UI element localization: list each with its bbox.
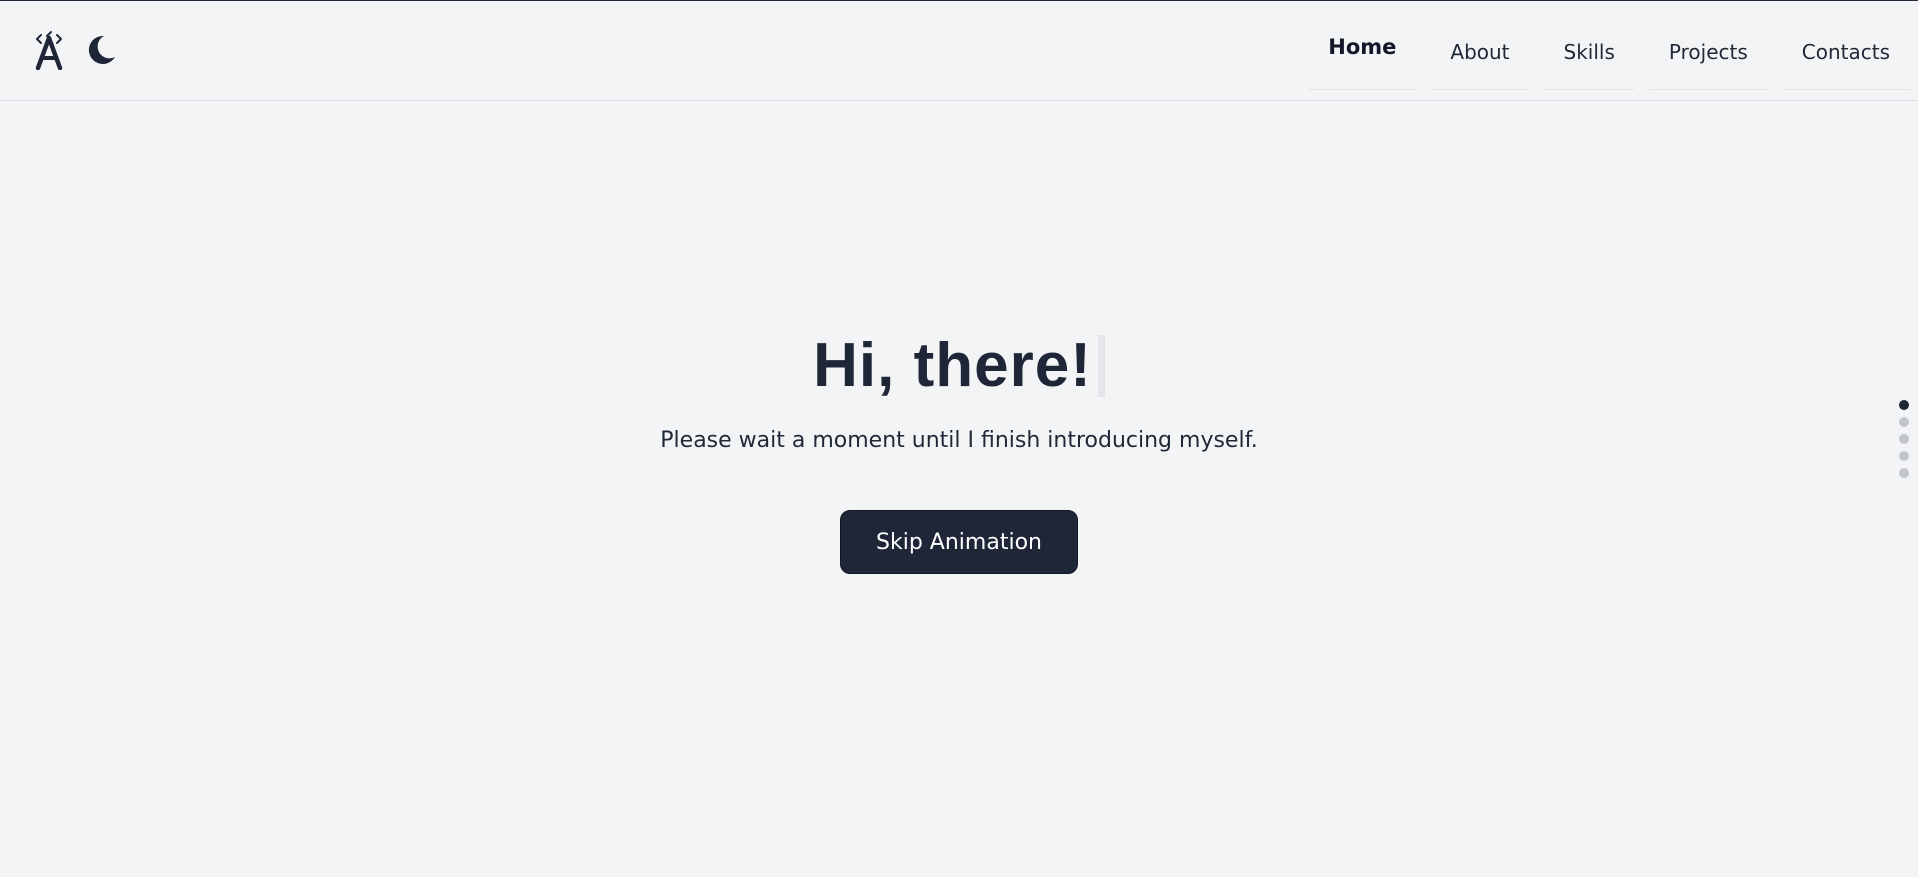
brand xyxy=(32,30,118,70)
site-header: Home About Skills Projects Contacts xyxy=(0,1,1918,101)
section-dots-nav xyxy=(1899,400,1909,478)
hero-subtitle: Please wait a moment until I finish intr… xyxy=(660,428,1258,453)
hero-section: Hi, there! Please wait a moment until I … xyxy=(0,330,1918,574)
nav-about[interactable]: About xyxy=(1430,1,1530,101)
hero-title-wrap: Hi, there! xyxy=(813,330,1105,402)
nav-skills[interactable]: Skills xyxy=(1543,1,1636,101)
nav-contacts[interactable]: Contacts xyxy=(1781,1,1911,101)
skip-animation-button[interactable]: Skip Animation xyxy=(840,510,1078,574)
moon-icon[interactable] xyxy=(84,33,118,67)
nav-skills-label: Skills xyxy=(1563,40,1615,64)
nav-projects[interactable]: Projects xyxy=(1648,1,1768,101)
logo-icon[interactable] xyxy=(32,30,66,70)
hero-title: Hi, there! xyxy=(813,331,1092,400)
main-nav: Home About Skills Projects Contacts xyxy=(1308,1,1911,101)
section-dot[interactable] xyxy=(1899,451,1909,461)
section-dot[interactable] xyxy=(1899,400,1909,410)
section-dot[interactable] xyxy=(1899,434,1909,444)
nav-home-label: Home xyxy=(1328,35,1397,59)
section-dot[interactable] xyxy=(1899,417,1909,427)
nav-projects-label: Projects xyxy=(1668,40,1748,64)
nav-about-label: About xyxy=(1450,40,1510,64)
nav-contacts-label: Contacts xyxy=(1801,40,1890,64)
section-dot[interactable] xyxy=(1899,468,1909,478)
typing-cursor xyxy=(1097,334,1105,397)
nav-home[interactable]: Home xyxy=(1308,1,1417,101)
